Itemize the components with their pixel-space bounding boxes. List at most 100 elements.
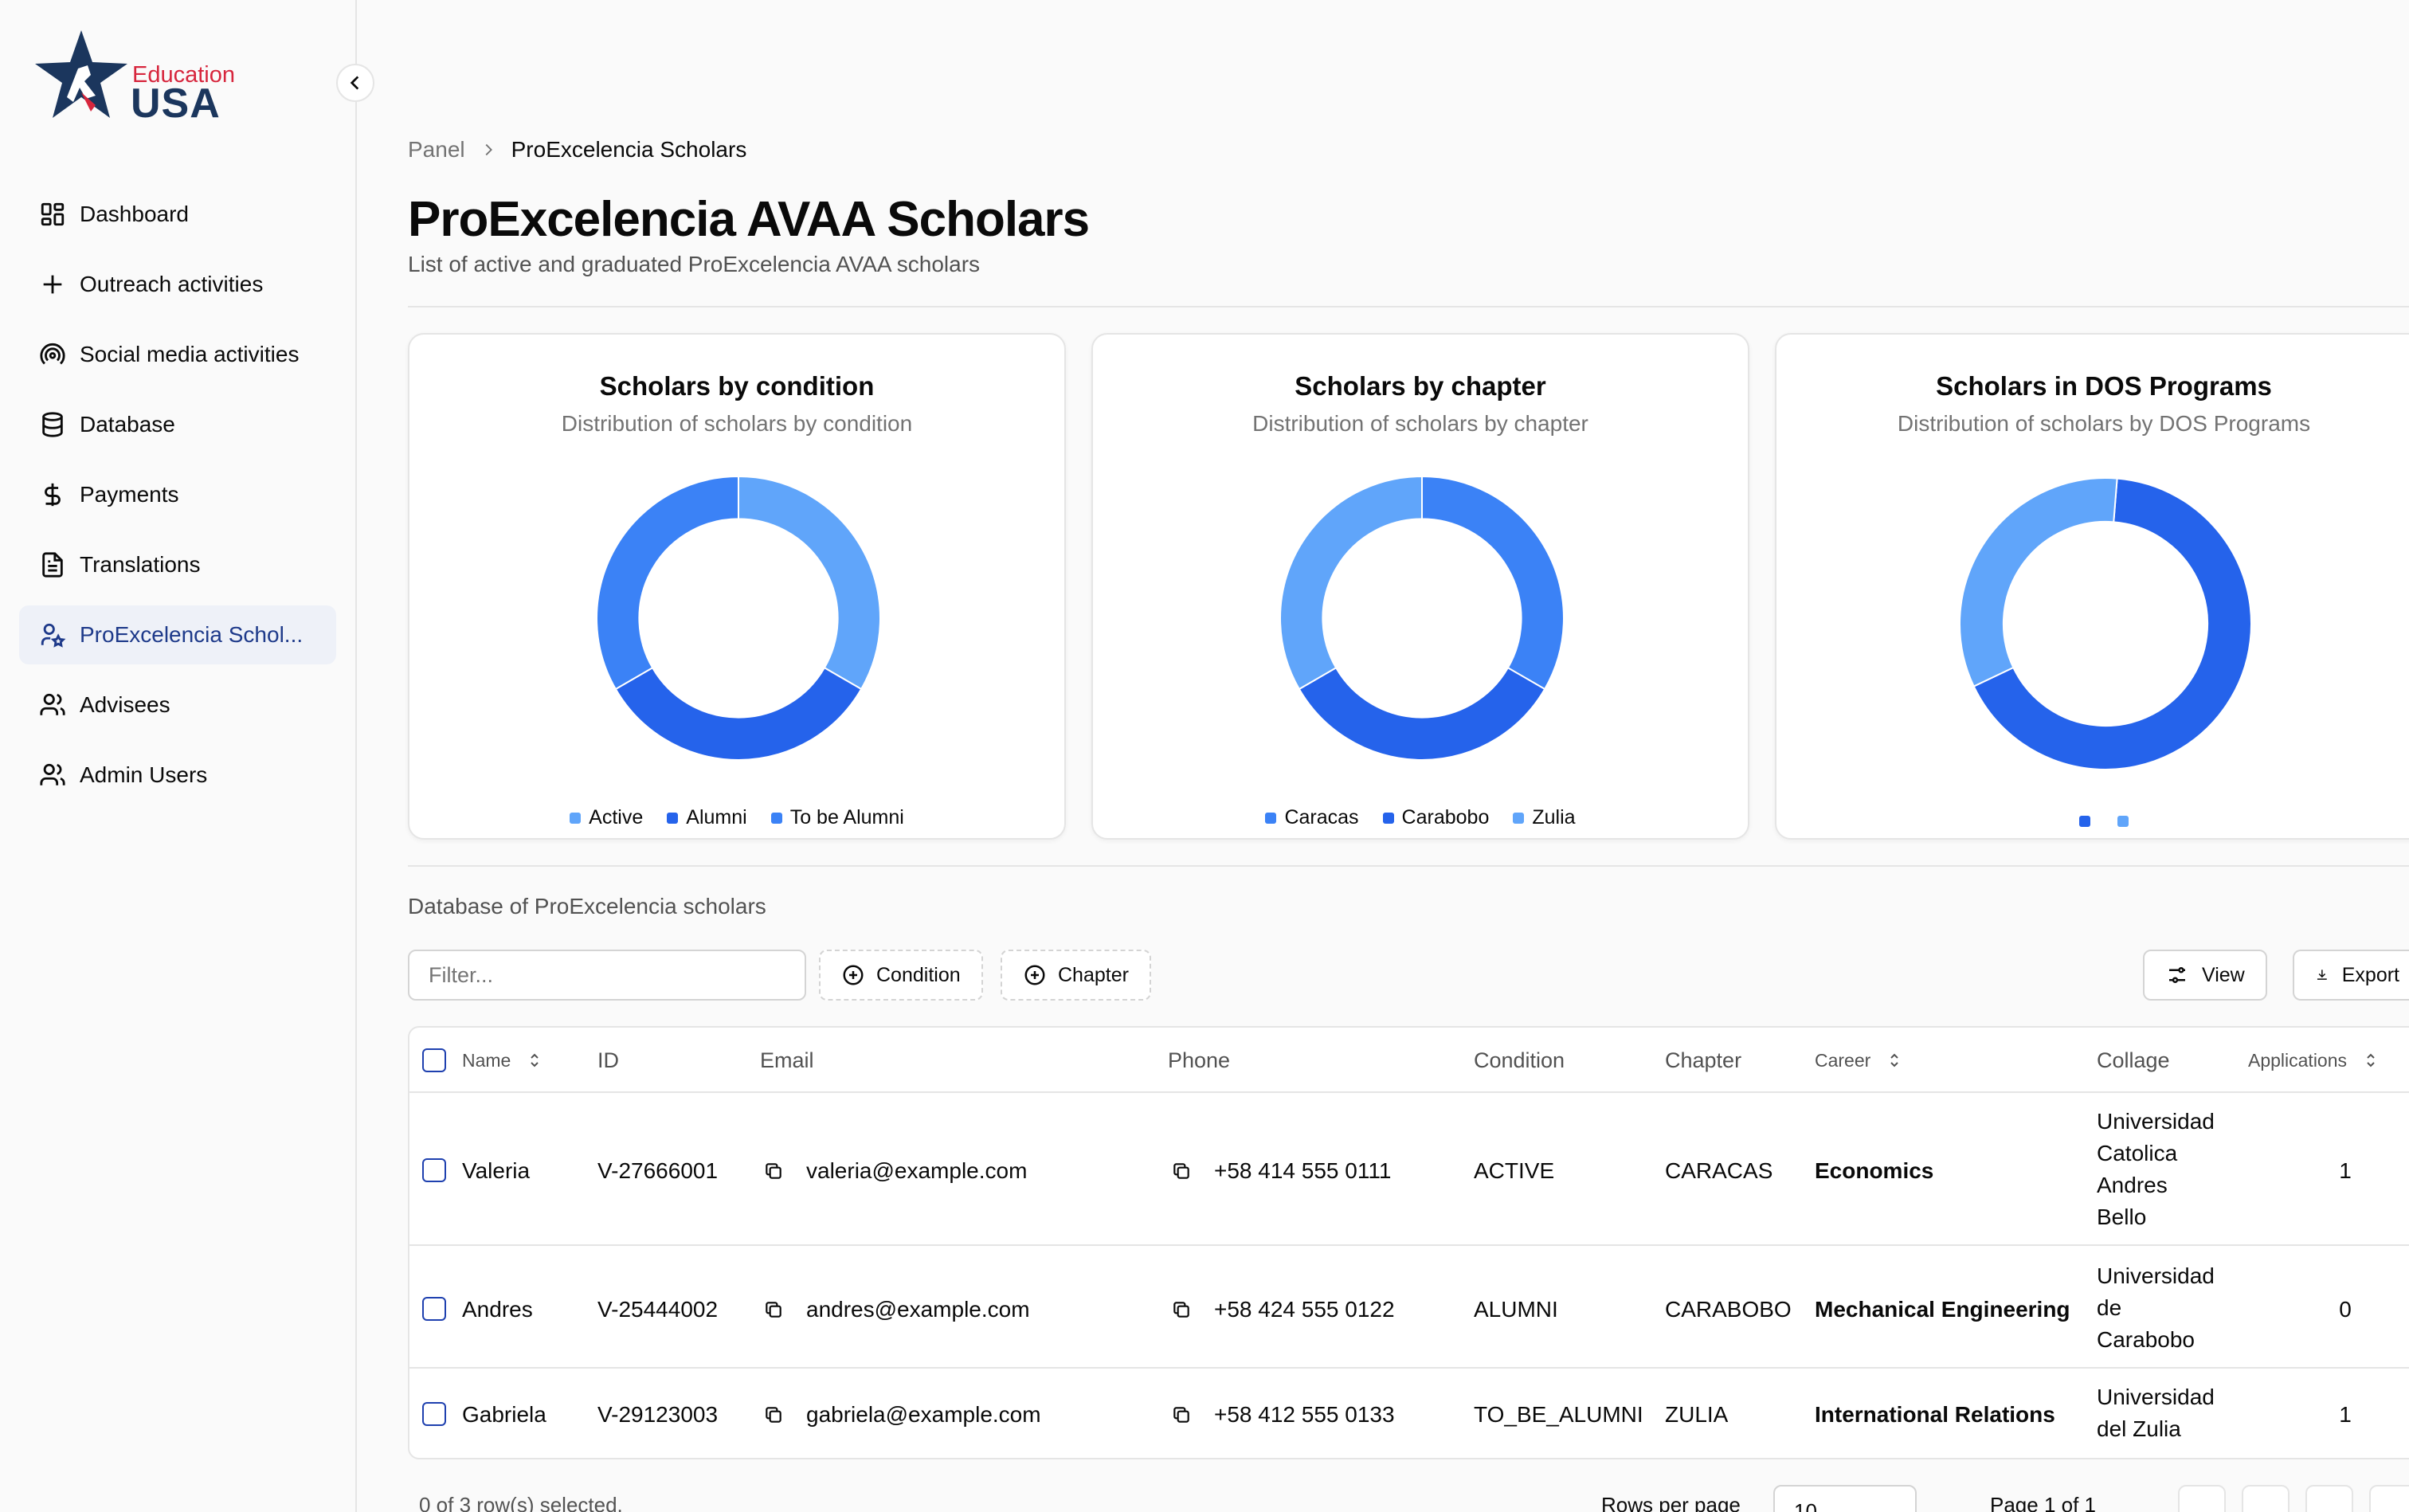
cell-chapter: ZULIA [1665,1402,1729,1427]
sidebar-item-database[interactable]: Database [19,395,336,454]
sliders-icon [2169,967,2185,983]
legend-item: Alumni [667,806,747,829]
row-checkbox[interactable] [422,1402,446,1426]
legend-label: Alumni [686,806,747,828]
row-checkbox[interactable] [422,1158,446,1182]
condition-filter-label: Condition [876,963,961,986]
sidebar-item-dashboard[interactable]: Dashboard [19,185,336,244]
college-line: Carabobo [2097,1327,2195,1352]
column-header-applications[interactable]: Applications [2248,1028,2380,1093]
chart-subtitle: Distribution of scholars by chapter [1252,411,1588,436]
breadcrumb-parent[interactable]: Panel [408,137,465,163]
education-usa-logo[interactable]: Education USA [32,29,255,132]
cell-applications: 0 [2339,1297,2352,1322]
next-page-button[interactable] [2305,1485,2353,1512]
sidebar-item-translations[interactable]: Translations [19,535,336,594]
cell-id: V-25444002 [597,1297,719,1322]
college-line: Bello [2097,1205,2147,1229]
copy-icon[interactable] [1171,1161,1192,1181]
chart-card-chapter: Scholars by chapter Distribution of scho… [1091,333,1749,840]
legend-label: To be Alumni [789,806,904,828]
college-line: Catolica [2097,1141,2178,1165]
legend-label: Caracas [1284,806,1359,828]
cell-chapter: CARABOBO [1665,1297,1792,1322]
row-checkbox[interactable] [422,1297,446,1321]
donut-slice[interactable] [614,666,863,761]
legend-swatch [570,812,582,824]
cell-condition: ALUMNI [1474,1297,1558,1322]
rows-per-page-value: 10 [1794,1499,1817,1512]
donut-slice[interactable] [1421,475,1565,691]
copy-icon[interactable] [763,1404,784,1425]
select-all-checkbox[interactable] [422,1048,446,1072]
rows-per-page-select[interactable]: 10 [1773,1485,1917,1512]
copy-icon[interactable] [763,1161,784,1181]
sidebar-item-label: Admin Users [80,762,208,787]
donut-slice[interactable] [738,475,881,691]
chapter-filter-button[interactable]: Chapter [1001,950,1151,1001]
sidebar-item-outreach[interactable]: Outreach activities [19,255,336,314]
cell-phone: +58 412 555 0133 [1171,1397,1395,1432]
sidebar-item-label: Database [80,412,175,437]
view-options-button[interactable]: View [2143,950,2267,1001]
legend-swatch [2079,816,2090,827]
rows-per-page-label: Rows per page [1601,1493,1741,1512]
donut-slice[interactable] [596,475,739,691]
sidebar-item-advisees[interactable]: Advisees [19,676,336,734]
copy-icon[interactable] [1171,1299,1192,1320]
column-header-college: Collage [2097,1048,2170,1072]
sidebar-item-proexcelencia[interactable]: ProExcelencia Schol... [19,605,336,664]
donut-slice[interactable] [1298,666,1546,761]
dollar-icon [38,480,67,509]
sidebar-item-admin-users[interactable]: Admin Users [19,746,336,805]
divider [408,306,2409,307]
export-button[interactable]: Export [2293,950,2409,1001]
column-header-career[interactable]: Career [1815,1028,1904,1093]
legend-item: Zulia [1513,806,1576,829]
sidebar-item-label: Outreach activities [80,272,264,296]
donut-slice[interactable] [1959,477,2118,687]
last-page-button[interactable] [2369,1485,2409,1512]
chart-subtitle: Distribution of scholars by condition [561,411,913,436]
chevron-right-icon [485,143,492,156]
filter-input[interactable] [408,950,806,1001]
divider [409,1367,2409,1369]
cell-id: V-27666001 [597,1158,719,1183]
condition-filter-button[interactable]: Condition [819,950,983,1001]
chapter-filter-label: Chapter [1058,963,1129,986]
donut-chart [596,475,881,761]
cell-applications: 1 [2339,1402,2352,1427]
email-text: gabriela@example.com [806,1402,1041,1427]
document-icon [38,550,67,579]
export-label: Export [2341,963,2399,986]
section-title: Database of ProExcelencia scholars [408,894,766,919]
legend-swatch [667,812,679,824]
chart-card-condition: Scholars by condition Distribution of sc… [408,333,1066,840]
dashboard-icon [38,200,67,229]
sidebar-item-payments[interactable]: Payments [19,465,336,524]
college-line: del Zulia [2097,1416,2181,1441]
sidebar-item-social-media[interactable]: Social media activities [19,325,336,384]
collapse-sidebar-button[interactable] [336,64,374,102]
cell-career: International Relations [1815,1402,2055,1427]
cell-college: Universidad del Zulia [2097,1381,2215,1445]
previous-page-button[interactable] [2242,1485,2290,1512]
first-page-button[interactable] [2178,1485,2226,1512]
cell-phone: +58 424 555 0122 [1171,1292,1395,1327]
copy-icon[interactable] [763,1299,784,1320]
donut-slice[interactable] [1279,475,1423,691]
cell-name: Gabriela [462,1402,546,1427]
chart-card-dos-programs: Scholars in DOS Programs Distribution of… [1775,333,2409,840]
column-header-name[interactable]: Name [462,1028,544,1093]
cell-name: Andres [462,1297,533,1322]
chart-legend: Active Alumni To be Alumni [409,806,1064,829]
column-header-id: ID [597,1048,619,1072]
copy-icon[interactable] [1171,1404,1192,1425]
column-header-label: Name [462,1049,511,1071]
users-icon [38,691,67,719]
legend-item [2117,816,2129,827]
star-logo-icon [35,30,127,118]
chart-legend [1776,816,2409,827]
college-line: Andres [2097,1173,2168,1197]
column-header-label: Career [1815,1049,1871,1071]
